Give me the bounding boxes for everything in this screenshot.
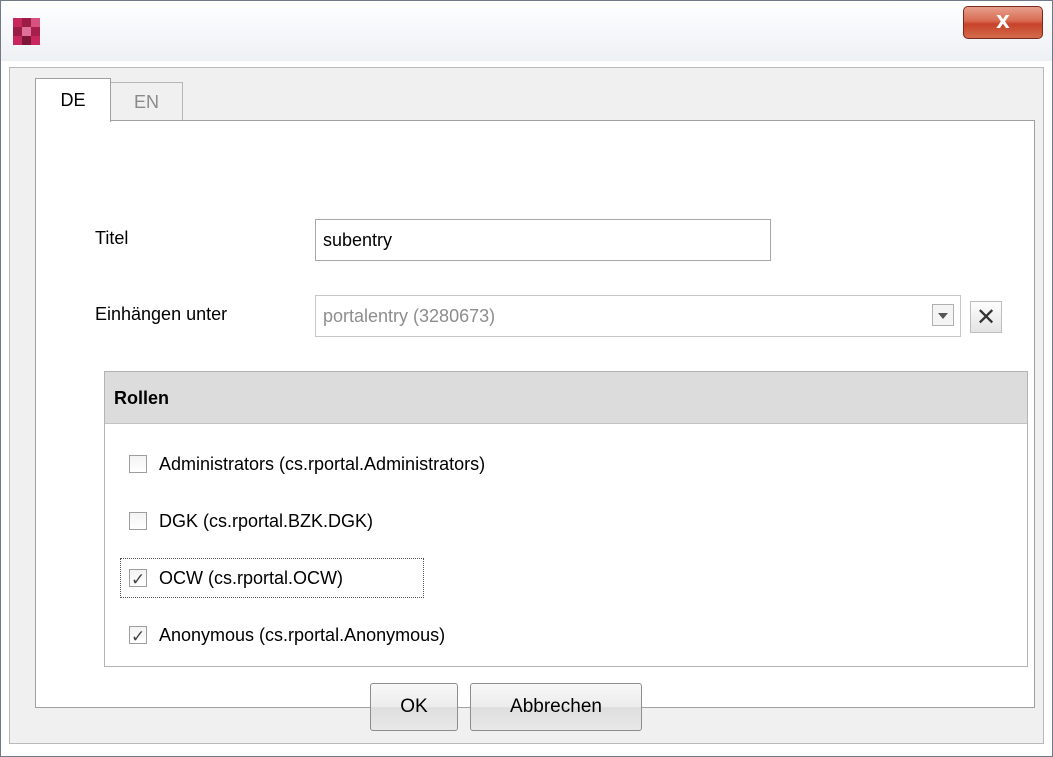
role-label: Anonymous (cs.rportal.Anonymous)	[159, 625, 446, 645]
title-input[interactable]: subentry	[315, 219, 771, 261]
tab-panel-de: Titel subentry Einhängen unter portalent…	[35, 120, 1035, 708]
chevron-down-icon[interactable]	[932, 304, 954, 326]
close-icon: X	[996, 12, 1010, 33]
parent-select[interactable]: portalentry (3280673)	[315, 295, 961, 337]
ok-button[interactable]: OK	[370, 683, 458, 731]
clear-icon: ✕	[975, 303, 997, 331]
parent-select-value: portalentry (3280673)	[323, 306, 496, 326]
checkbox-administrators[interactable]	[129, 455, 147, 473]
checkbox-dgk[interactable]	[129, 512, 147, 530]
clear-parent-button[interactable]: ✕	[970, 301, 1002, 333]
dialog-window: X DE EN Titel subentry Einhängen unter p…	[0, 0, 1053, 757]
role-label: DGK (cs.rportal.BZK.DGK)	[159, 511, 374, 531]
title-bar: X	[1, 1, 1052, 61]
tab-en[interactable]: EN	[110, 82, 183, 120]
cancel-button[interactable]: Abbrechen	[470, 683, 642, 731]
role-label: Administrators (cs.rportal.Administrator…	[159, 454, 486, 474]
role-label: OCW (cs.rportal.OCW)	[159, 568, 343, 588]
parent-label: Einhängen unter	[95, 304, 228, 324]
checkbox-ocw[interactable]	[129, 565, 147, 595]
window-close-button[interactable]: X	[963, 6, 1043, 39]
roles-header: Rollen	[105, 372, 1027, 424]
roles-group: Rollen Administrators (cs.rportal.Admini…	[104, 371, 1028, 667]
content-frame: DE EN Titel subentry Einhängen unter por…	[9, 67, 1044, 744]
title-label: Titel	[95, 228, 129, 248]
tab-de[interactable]: DE	[35, 78, 111, 122]
app-logo-icon	[13, 18, 40, 45]
checkbox-anonymous[interactable]	[129, 622, 147, 652]
